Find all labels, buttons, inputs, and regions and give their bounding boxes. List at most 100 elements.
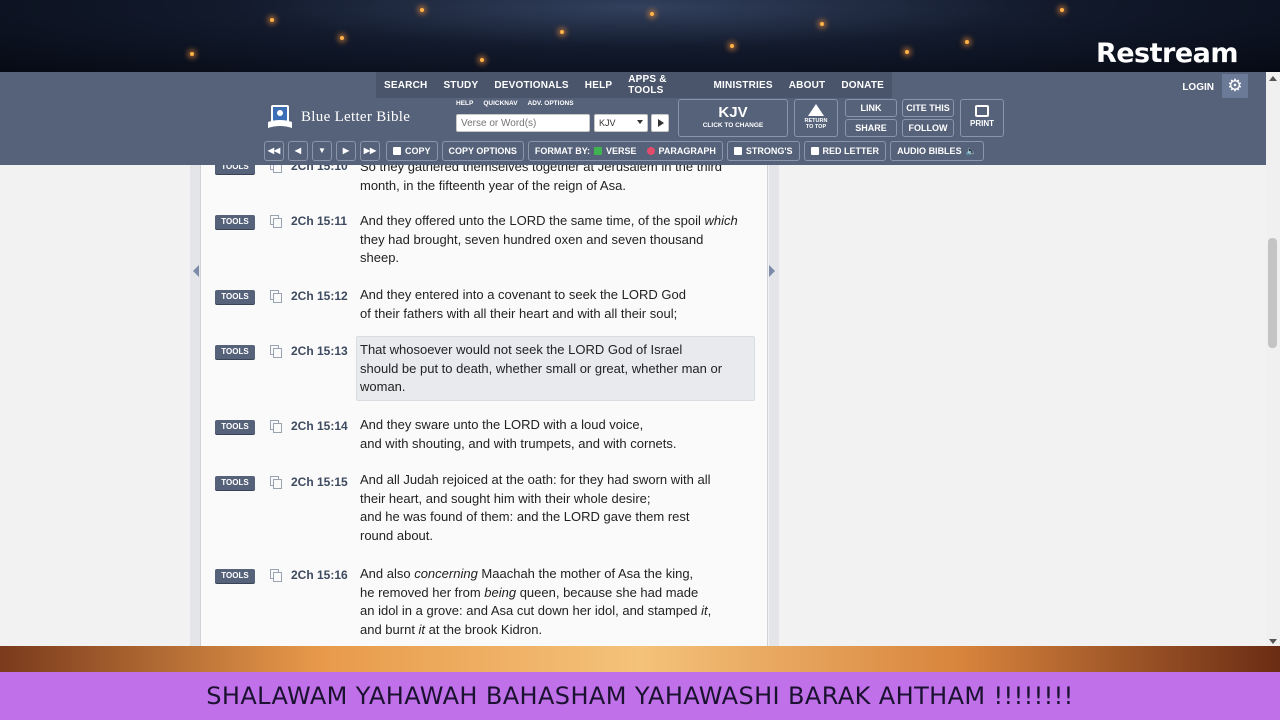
strongs-label: STRONG'S bbox=[745, 146, 793, 156]
share-button[interactable]: SHARE bbox=[845, 119, 897, 137]
help-link[interactable]: HELP bbox=[456, 100, 473, 107]
nav-search[interactable]: SEARCH bbox=[376, 80, 435, 91]
verse-panel: TOOLS 2Ch 15:10 So they gathered themsel… bbox=[200, 165, 768, 648]
tools-button[interactable]: TOOLS bbox=[215, 476, 255, 490]
verse-text: And they entered into a covenant to seek… bbox=[360, 286, 758, 323]
print-button[interactable]: PRINT bbox=[960, 99, 1004, 137]
paragraph-format-label[interactable]: PARAGRAPH bbox=[659, 142, 716, 160]
nav-ministries[interactable]: MINISTRIES bbox=[706, 80, 781, 91]
red-letter-checkbox[interactable] bbox=[810, 147, 819, 155]
gear-icon[interactable]: ⚙ bbox=[1222, 74, 1248, 98]
copy-verse-icon[interactable] bbox=[270, 165, 282, 173]
previous-chapter-button[interactable]: ◀ bbox=[288, 141, 308, 161]
collapse-left-arrow-icon[interactable] bbox=[193, 265, 199, 277]
follow-button[interactable]: FOLLOW bbox=[902, 119, 954, 137]
expand-right-arrow-icon[interactable] bbox=[769, 265, 775, 277]
nav-about[interactable]: ABOUT bbox=[781, 80, 834, 91]
verse-checkbox[interactable] bbox=[594, 147, 603, 155]
right-collapse-gutter[interactable] bbox=[769, 165, 779, 648]
copy-verse-icon[interactable] bbox=[270, 569, 282, 582]
verse-line: So they gathered themselves together at … bbox=[360, 165, 723, 174]
copy-verse-icon[interactable] bbox=[270, 345, 282, 358]
tools-button[interactable]: TOOLS bbox=[215, 290, 255, 304]
top-navigation: SEARCH STUDY DEVOTIONALS HELP APPS & TOO… bbox=[0, 72, 1266, 98]
verse-line: and with shouting, and with trumpets, an… bbox=[360, 435, 677, 451]
copy-verse-icon[interactable] bbox=[270, 476, 282, 489]
copy-options-button[interactable]: COPY OPTIONS bbox=[441, 141, 524, 161]
version-select-value: KJV bbox=[599, 118, 616, 128]
verse-line: their heart, and sought him with their w… bbox=[360, 490, 651, 506]
paragraph-radio[interactable] bbox=[646, 147, 655, 155]
site-logo-text[interactable]: Blue Letter Bible bbox=[301, 109, 410, 126]
tools-button[interactable]: TOOLS bbox=[215, 215, 255, 229]
expand-chapter-button[interactable]: ▼ bbox=[312, 141, 332, 161]
page-scrollbar[interactable] bbox=[1266, 72, 1280, 648]
nav-donate[interactable]: DONATE bbox=[833, 80, 892, 91]
version-hint: CLICK TO CHANGE bbox=[702, 122, 764, 129]
login-link[interactable]: LOGIN bbox=[1182, 82, 1214, 93]
nav-help[interactable]: HELP bbox=[577, 80, 620, 91]
adv-options-link[interactable]: ADV. OPTIONS bbox=[528, 100, 574, 107]
verse-line: and he was found of them: and the LORD g… bbox=[360, 509, 690, 525]
verse-line: And all Judah rejoiced at the oath: for … bbox=[360, 472, 711, 487]
red-letter-label: RED LETTER bbox=[822, 146, 880, 156]
copy-verse-icon[interactable] bbox=[270, 420, 282, 433]
format-by-group: FORMAT BY: VERSE PARAGRAPH bbox=[527, 141, 723, 161]
audio-bibles-button[interactable]: AUDIO BIBLES 🔈 bbox=[890, 141, 984, 161]
quicknav-link[interactable]: QUICKNAV bbox=[483, 100, 517, 107]
left-collapse-gutter[interactable] bbox=[190, 165, 200, 648]
nav-devotionals[interactable]: DEVOTIONALS bbox=[486, 80, 576, 91]
copy-icon bbox=[393, 147, 401, 155]
version-select[interactable]: KJV bbox=[594, 114, 648, 132]
scroll-down-icon[interactable] bbox=[1269, 639, 1277, 644]
verse-reference[interactable]: 2Ch 15:14 bbox=[291, 419, 348, 433]
scrollbar-thumb[interactable] bbox=[1268, 238, 1277, 348]
return-label-2: TO TOP bbox=[805, 124, 827, 130]
blb-logo-icon[interactable] bbox=[268, 104, 292, 130]
copy-verse-icon[interactable] bbox=[270, 215, 282, 228]
arrow-up-icon bbox=[808, 104, 824, 116]
verse-line: And they sware unto the LORD with a loud… bbox=[360, 417, 644, 432]
top-menu: SEARCH STUDY DEVOTIONALS HELP APPS & TOO… bbox=[376, 72, 892, 98]
verse-line: sheep. bbox=[360, 250, 400, 266]
last-chapter-button[interactable]: ▶▶ bbox=[360, 141, 380, 161]
verse-reference[interactable]: 2Ch 15:16 bbox=[291, 568, 348, 582]
speaker-icon: 🔈 bbox=[965, 146, 977, 156]
verse-reference[interactable]: 2Ch 15:12 bbox=[291, 289, 348, 303]
stream-background-top bbox=[0, 0, 1280, 72]
cite-this-button[interactable]: CITE THIS bbox=[902, 99, 954, 117]
copy-label: COPY bbox=[405, 146, 431, 156]
copy-verse-icon[interactable] bbox=[270, 290, 282, 303]
next-chapter-button[interactable]: ▶ bbox=[336, 141, 356, 161]
verse-format-label[interactable]: VERSE bbox=[606, 142, 637, 160]
link-button[interactable]: LINK bbox=[845, 99, 897, 117]
audio-bibles-label: AUDIO BIBLES bbox=[897, 146, 962, 156]
nav-apps-tools[interactable]: APPS & TOOLS bbox=[620, 74, 705, 96]
scroll-up-icon[interactable] bbox=[1269, 76, 1277, 81]
verse-reference[interactable]: 2Ch 15:11 bbox=[291, 214, 347, 228]
first-chapter-button[interactable]: ◀◀ bbox=[264, 141, 284, 161]
reading-toolbar: ◀◀ ◀ ▼ ▶ ▶▶ COPY COPY OPTIONS FORMAT BY:… bbox=[264, 141, 984, 161]
red-letter-toggle[interactable]: RED LETTER bbox=[803, 141, 887, 161]
strongs-checkbox[interactable] bbox=[733, 147, 742, 155]
version-change-button[interactable]: KJV CLICK TO CHANGE bbox=[678, 99, 788, 137]
bible-content-area: TOOLS 2Ch 15:10 So they gathered themsel… bbox=[0, 165, 1266, 648]
verse-text: And they offered unto the LORD the same … bbox=[360, 212, 758, 268]
verse-line: they had brought, seven hundred oxen and… bbox=[360, 231, 704, 247]
tools-button[interactable]: TOOLS bbox=[215, 345, 255, 359]
restream-watermark: Restream bbox=[1095, 38, 1239, 69]
verse-search-input[interactable] bbox=[456, 114, 590, 132]
printer-icon bbox=[975, 105, 989, 117]
tools-button[interactable]: TOOLS bbox=[215, 420, 255, 434]
tools-button[interactable]: TOOLS bbox=[215, 165, 255, 174]
verse-reference[interactable]: 2Ch 15:10 bbox=[291, 165, 348, 173]
copy-button[interactable]: COPY bbox=[386, 141, 438, 161]
search-go-button[interactable] bbox=[651, 114, 669, 132]
tools-button[interactable]: TOOLS bbox=[215, 569, 255, 583]
strongs-toggle[interactable]: STRONG'S bbox=[726, 141, 800, 161]
return-to-top-button[interactable]: RETURN TO TOP bbox=[794, 99, 838, 137]
verse-reference[interactable]: 2Ch 15:15 bbox=[291, 475, 348, 489]
verse-line: woman. bbox=[360, 379, 406, 395]
verse-reference[interactable]: 2Ch 15:13 bbox=[291, 344, 348, 358]
nav-study[interactable]: STUDY bbox=[435, 80, 486, 91]
